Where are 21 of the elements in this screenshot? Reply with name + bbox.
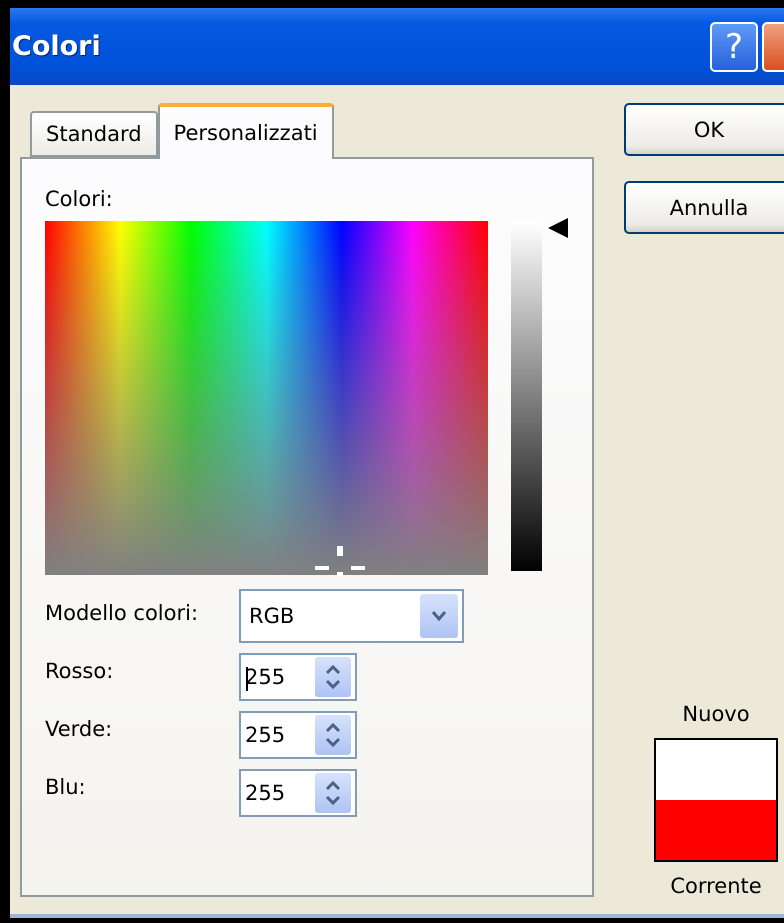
field-label: Verde: (45, 717, 114, 741)
chevron-down-icon (431, 610, 447, 622)
window-title: Colori (12, 31, 102, 62)
colors-label: Colori: (45, 187, 114, 211)
field-label: Rosso: (45, 659, 114, 683)
dialog-button[interactable]: Annulla (624, 181, 784, 234)
dialog-button[interactable]: OK (624, 103, 784, 156)
number-field[interactable]: 255 (239, 769, 357, 817)
new-label: Nuovo (682, 702, 750, 726)
number-field[interactable]: 255 (239, 653, 357, 701)
color-spectrum[interactable] (45, 221, 488, 575)
current-label: Corrente (670, 874, 762, 898)
slider-arrow[interactable] (548, 218, 568, 238)
number-field[interactable]: 255 (239, 711, 357, 759)
field-label: Blu: (45, 775, 87, 799)
model-label: Modello colori: (45, 601, 200, 625)
tab[interactable]: Standard (30, 111, 158, 157)
tab[interactable]: Personalizzati (158, 103, 334, 159)
crosshair-icon (315, 546, 365, 576)
help-button[interactable]: ? (710, 22, 758, 72)
model-dropdown[interactable]: RGB (239, 589, 464, 643)
